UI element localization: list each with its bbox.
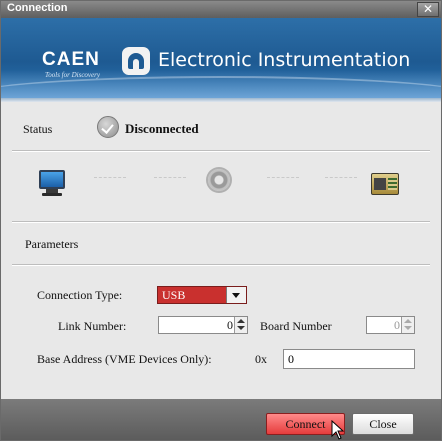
monitor-icon (39, 170, 65, 189)
divider (12, 150, 430, 152)
status-value: Disconnected (125, 121, 199, 136)
link-dash (94, 177, 126, 178)
close-button[interactable]: Close (352, 413, 414, 435)
banner-title: Electronic Instrumentation (158, 49, 411, 71)
base-address-label: Base Address (VME Devices Only): (37, 352, 212, 366)
window-close-button[interactable]: ✕ (417, 2, 439, 17)
connection-type-label: Connection Type: (37, 288, 123, 302)
base-address-prefix: 0x (255, 352, 267, 366)
base-address-input[interactable] (284, 350, 414, 368)
stepper-arrows-icon[interactable] (234, 317, 247, 333)
window-title: Connection (7, 2, 68, 14)
chevron-down-icon[interactable] (226, 287, 246, 303)
link-number-stepper[interactable]: 0 (158, 316, 248, 334)
link-dash (267, 177, 299, 178)
check-circle-icon (97, 116, 119, 138)
link-number-value: 0 (227, 318, 233, 332)
mouse-cursor-icon (331, 420, 345, 440)
connection-window: Connection ✕ CAEN Tools for Discovery El… (0, 0, 442, 441)
stepper-arrows-icon[interactable] (401, 317, 414, 333)
parameters-label: Parameters (25, 237, 79, 251)
link-dash (154, 177, 186, 178)
divider (12, 221, 430, 223)
board-number-value: 0 (394, 318, 400, 332)
caen-logo-text: CAEN (42, 49, 100, 70)
board-icon (371, 173, 399, 195)
base-address-field[interactable] (283, 349, 415, 369)
caen-logo-icon (122, 47, 150, 75)
divider (12, 264, 430, 266)
caen-banner: CAEN Tools for Discovery Electronic Inst… (1, 18, 441, 98)
caen-tagline: Tools for Discovery (45, 71, 100, 79)
connection-type-select[interactable]: USB (157, 286, 247, 304)
board-number-stepper[interactable]: 0 (366, 316, 415, 334)
banner-divider (1, 98, 441, 102)
status-label: Status (23, 122, 53, 136)
link-dash (325, 177, 357, 178)
title-bar[interactable]: Connection ✕ (1, 1, 441, 18)
connection-type-value: USB (162, 288, 186, 302)
board-number-label: Board Number (260, 319, 332, 333)
monitor-base (42, 193, 62, 196)
gear-icon (208, 169, 230, 191)
link-number-label: Link Number: (58, 319, 127, 333)
